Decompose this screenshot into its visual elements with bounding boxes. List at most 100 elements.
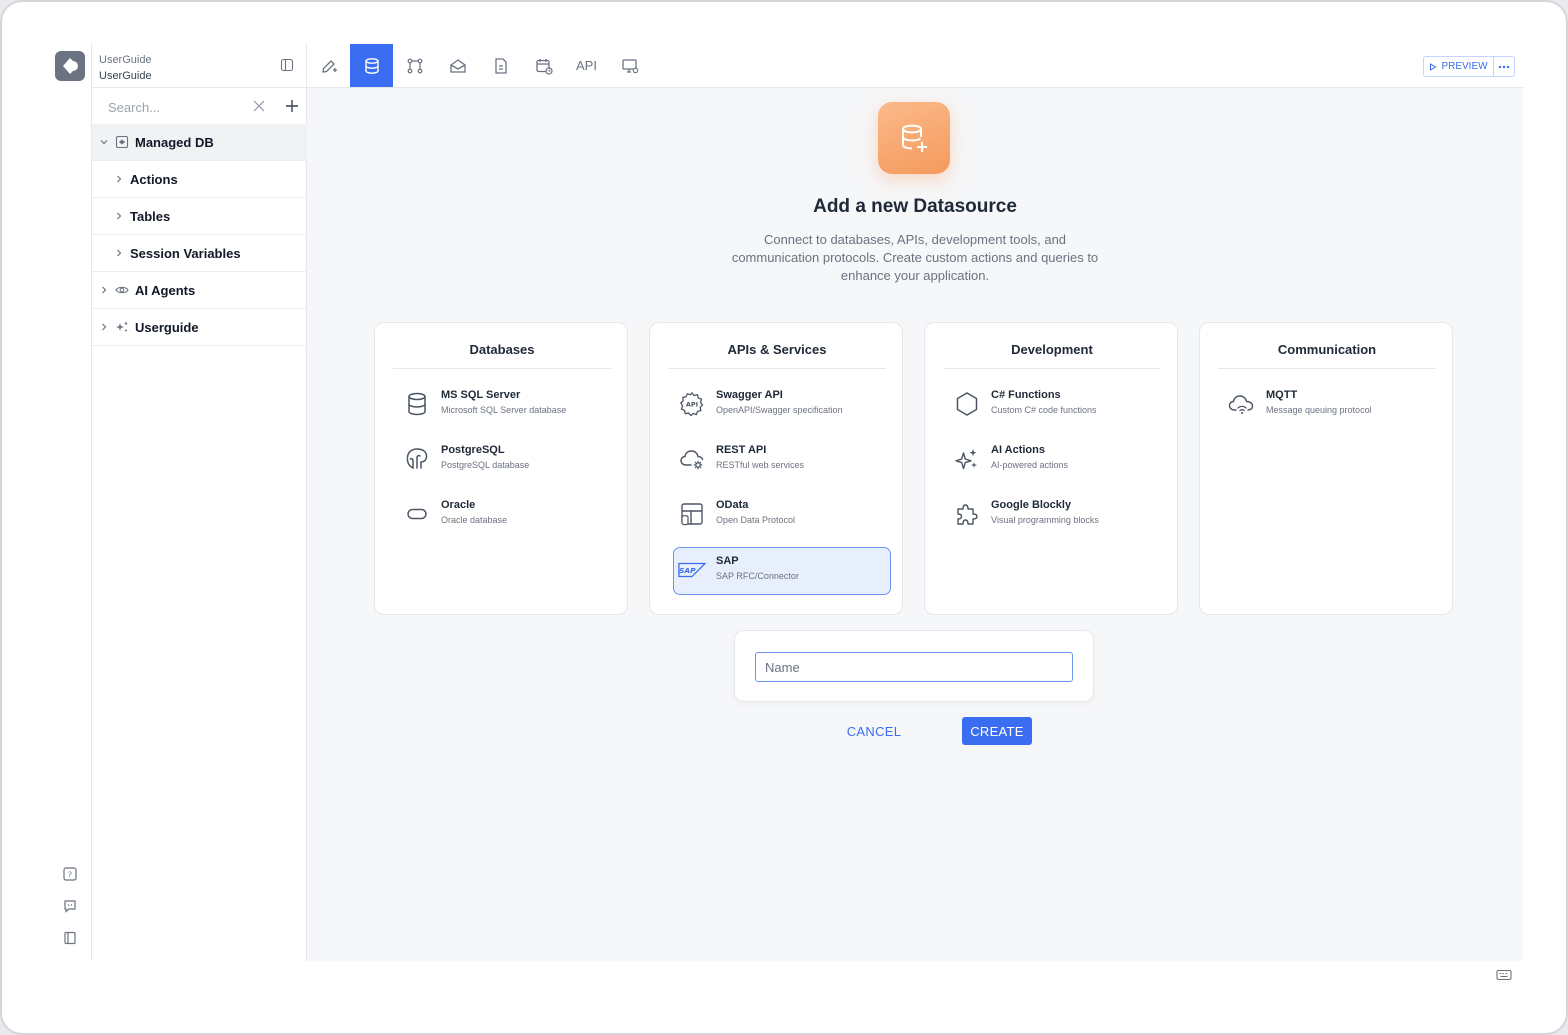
odata-icon xyxy=(678,500,706,528)
datasource-desc: Visual programming blocks xyxy=(991,515,1099,525)
tab-datasource[interactable] xyxy=(350,44,393,87)
chevron-right-icon xyxy=(114,211,124,221)
keyboard-icon[interactable] xyxy=(1496,968,1512,982)
datasource-desc: PostgreSQL database xyxy=(441,460,530,470)
tab-api[interactable]: API xyxy=(565,44,608,87)
tab-scheduler[interactable] xyxy=(522,44,565,87)
tree-item-label: Userguide xyxy=(135,319,199,335)
datasource-name: C# Functions xyxy=(991,389,1061,401)
pencil-plus-icon xyxy=(321,59,337,73)
chevron-right-icon xyxy=(114,248,124,258)
docs-icon[interactable] xyxy=(62,930,78,946)
tree-item-tables[interactable]: Tables xyxy=(92,198,307,235)
preview-button[interactable]: PREVIEW xyxy=(1423,56,1494,77)
datasource-desc: RESTful web services xyxy=(716,460,805,470)
datasource-sap[interactable]: SAP SAP SAP RFC/Connector xyxy=(673,547,891,595)
window-frame: ? UserGuide UserGuide Search... Managed … xyxy=(0,0,1568,1035)
chevron-right-icon xyxy=(99,285,109,295)
svg-text:API: API xyxy=(686,401,698,409)
datasource-name: OData xyxy=(716,499,749,511)
calendar-clock-icon xyxy=(535,58,553,75)
tree-item-userguide[interactable]: Userguide xyxy=(92,309,307,346)
puzzle-icon xyxy=(953,500,981,528)
page-subtitle: Connect to databases, APIs, development … xyxy=(731,232,1099,283)
category-card-databases: Databases MS SQL Server Microsoft SQL Se… xyxy=(374,322,628,615)
category-card-development: Development C# Functions Custom C# code … xyxy=(924,322,1178,615)
help-icon[interactable]: ? xyxy=(62,866,78,882)
app-window: ? UserGuide UserGuide Search... Managed … xyxy=(49,44,1523,961)
elephant-icon xyxy=(403,445,431,473)
datasource-ai-actions[interactable]: AI Actions AI-powered actions xyxy=(949,437,1167,485)
search-input[interactable] xyxy=(108,97,244,117)
mail-open-icon xyxy=(449,58,466,73)
feedback-icon[interactable] xyxy=(62,898,78,914)
tree-item-ai-agents[interactable]: AI Agents xyxy=(92,272,307,309)
cloud-wifi-icon xyxy=(1228,390,1256,418)
tab-devices[interactable] xyxy=(608,44,651,87)
database-icon xyxy=(403,390,431,418)
tree-item-label: Session Variables xyxy=(130,245,241,261)
sparkles-icon xyxy=(953,445,981,473)
app-logo[interactable] xyxy=(55,51,85,81)
tree-item-session-variables[interactable]: Session Variables xyxy=(92,235,307,272)
tree-item-label: Actions xyxy=(130,171,178,187)
top-toolbar: API PREVIEW xyxy=(307,44,1523,88)
tab-mail[interactable] xyxy=(436,44,479,87)
datasource-name-input[interactable] xyxy=(755,652,1073,682)
monitor-gear-icon xyxy=(621,58,638,73)
category-card-communication: Communication MQTT Message queuing proto… xyxy=(1199,322,1453,615)
clear-search-icon[interactable] xyxy=(252,99,266,113)
tree-item-label: AI Agents xyxy=(135,282,196,298)
cloud-gear-icon xyxy=(678,445,706,473)
tree-item-actions[interactable]: Actions xyxy=(92,161,307,198)
sparkle-icon xyxy=(115,320,129,334)
cancel-button[interactable]: CANCEL xyxy=(843,717,905,745)
sidebar-collapse-icon[interactable] xyxy=(280,58,294,72)
tab-design[interactable] xyxy=(307,44,350,87)
logo-icon xyxy=(63,58,78,74)
project-line-1: UserGuide xyxy=(99,54,152,66)
datasource-rest-api[interactable]: REST API RESTful web services xyxy=(674,437,892,485)
project-line-2: UserGuide xyxy=(99,70,152,82)
oracle-icon xyxy=(403,500,431,528)
hero-datasource-icon xyxy=(878,102,950,174)
datasource-odata[interactable]: OData Open Data Protocol xyxy=(674,492,892,540)
tab-documents[interactable] xyxy=(479,44,522,87)
datasource-desc: Custom C# code functions xyxy=(991,405,1097,415)
svg-text:?: ? xyxy=(68,871,72,880)
create-button[interactable]: CREATE xyxy=(962,717,1032,745)
datasource-swagger-api[interactable]: API Swagger API OpenAPI/Swagger specific… xyxy=(674,382,892,430)
datasource-mqtt[interactable]: MQTT Message queuing protocol xyxy=(1224,382,1442,430)
datasource-name: Google Blockly xyxy=(991,499,1072,511)
sap-icon: SAP xyxy=(678,556,706,584)
name-panel xyxy=(734,630,1094,702)
tree-item-managed-db[interactable]: Managed DB xyxy=(92,124,307,161)
datasource-oracle[interactable]: Oracle Oracle database xyxy=(399,492,617,540)
icon-rail: ? xyxy=(49,44,92,961)
chevron-down-icon xyxy=(99,137,109,147)
sidebar-search xyxy=(92,87,307,124)
datasource-postgresql[interactable]: PostgreSQL PostgreSQL database xyxy=(399,437,617,485)
api-gear-icon: API xyxy=(678,390,706,418)
tree-item-label: Managed DB xyxy=(135,134,214,150)
workflow-icon xyxy=(407,58,422,73)
datasource-name: AI Actions xyxy=(991,444,1045,456)
datasource-google-blockly[interactable]: Google Blockly Visual programming blocks xyxy=(949,492,1167,540)
preview-label: PREVIEW xyxy=(1441,61,1488,72)
tab-workflow[interactable] xyxy=(393,44,436,87)
datasource-desc: OpenAPI/Swagger specification xyxy=(716,405,843,415)
datasource-ms-sql-server[interactable]: MS SQL Server Microsoft SQL Server datab… xyxy=(399,382,617,430)
add-icon[interactable] xyxy=(284,98,300,114)
datasource-desc: Microsoft SQL Server database xyxy=(441,405,567,415)
datasource-desc: Open Data Protocol xyxy=(716,515,796,525)
datasource-csharp-functions[interactable]: C# Functions Custom C# code functions xyxy=(949,382,1167,430)
eye-icon xyxy=(115,283,129,297)
datasource-desc: AI-powered actions xyxy=(991,460,1069,470)
svg-text:SAP: SAP xyxy=(679,566,696,575)
tree-item-label: Tables xyxy=(130,208,171,224)
hexagon-icon xyxy=(953,390,981,418)
more-options-button[interactable] xyxy=(1493,56,1515,77)
database-plus-icon xyxy=(902,124,927,152)
datasource-name: PostgreSQL xyxy=(441,444,505,456)
project-name: UserGuide UserGuide xyxy=(99,52,152,84)
